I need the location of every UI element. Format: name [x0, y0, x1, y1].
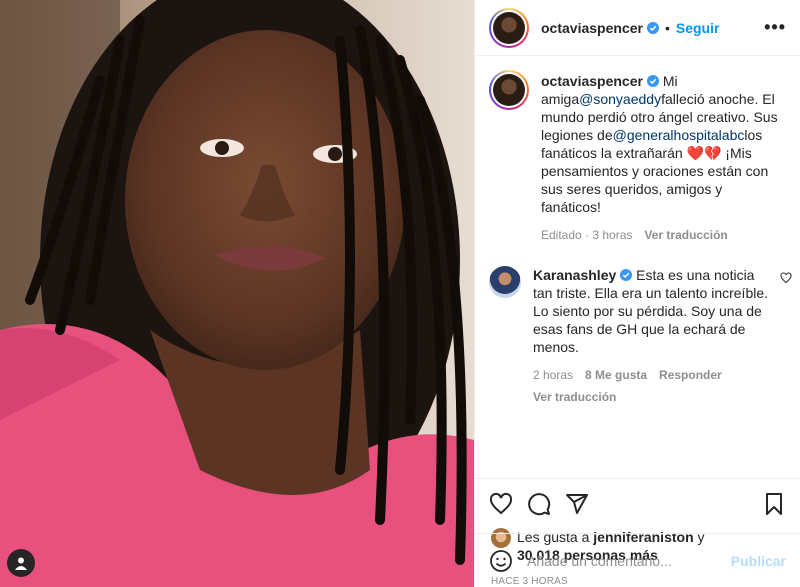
comment-icon[interactable]	[527, 492, 551, 516]
caption-username[interactable]: octaviaspencer	[541, 73, 643, 89]
mention-link[interactable]: @generalhospitalabc	[613, 127, 745, 143]
user-tag-icon[interactable]	[7, 549, 35, 577]
see-translation-link[interactable]: Ver traducción	[644, 226, 727, 244]
share-icon[interactable]	[565, 492, 589, 516]
more-icon[interactable]: •••	[764, 17, 786, 38]
separator-dot: •	[664, 19, 670, 36]
see-translation-link[interactable]: Ver traducción	[533, 388, 616, 406]
publish-button[interactable]: Publicar	[731, 553, 786, 569]
portrait-image	[0, 0, 474, 587]
comment-likes[interactable]: 8 Me gusta	[585, 366, 647, 384]
caption-avatar[interactable]	[489, 70, 529, 110]
heart-icon[interactable]	[489, 492, 513, 516]
comment-like-heart-icon[interactable]	[780, 272, 792, 284]
comments-list: octaviaspencer Mi amiga@sonyaeddyfalleci…	[475, 56, 800, 478]
post-actions	[475, 478, 800, 528]
post-side-panel: octaviaspencer • Seguir ••• octaviaspenc…	[474, 0, 800, 587]
comment-time: 2 horas	[533, 368, 574, 382]
author-avatar[interactable]	[489, 7, 529, 48]
verified-icon	[646, 75, 659, 87]
post-header: octaviaspencer • Seguir •••	[475, 0, 800, 56]
bookmark-icon[interactable]	[762, 492, 786, 516]
verified-icon	[646, 21, 659, 34]
commenter-avatar[interactable]	[489, 266, 521, 298]
comment-composer: Publicar	[475, 533, 800, 587]
author-username[interactable]: octaviaspencer	[541, 20, 643, 36]
comment-input[interactable]	[527, 552, 731, 569]
post-photo[interactable]	[0, 0, 474, 587]
mention-link[interactable]: @sonyaeddy	[579, 91, 661, 107]
follow-button[interactable]: Seguir	[676, 20, 720, 36]
commenter-username[interactable]: Karanashley	[533, 267, 616, 283]
reply-button[interactable]: Responder	[659, 366, 722, 384]
caption-comment: octaviaspencer Mi amiga@sonyaeddyfalleci…	[489, 70, 784, 244]
comment-item: Karanashley Esta es una noticia tan tris…	[489, 266, 792, 406]
caption-edited-time: Editado · 3 horas	[541, 228, 633, 242]
emoji-icon[interactable]	[489, 549, 513, 573]
post-modal: octaviaspencer • Seguir ••• octaviaspenc…	[0, 0, 800, 587]
verified-icon	[620, 269, 633, 281]
